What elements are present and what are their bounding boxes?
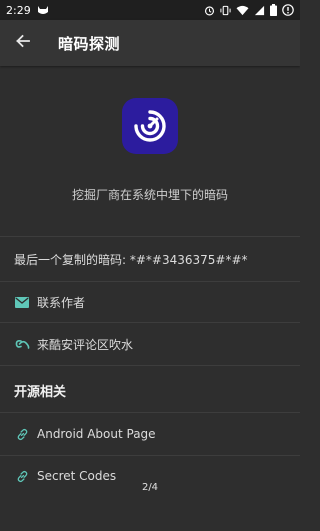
last-copied-code-row[interactable]: 最后一个复制的暗码: *#*#3436375#*#* [0,237,300,281]
vibrate-icon [220,5,231,16]
radar-logo-icon [134,110,166,142]
coolapk-icon [14,336,30,352]
app-header: 挖掘厂商在系统中埋下的暗码 [0,66,300,236]
divider [0,365,300,366]
battery-icon [270,4,277,16]
status-bar: 2:29 [0,0,300,20]
app-tagline: 挖掘厂商在系统中埋下的暗码 [71,188,228,202]
arrow-back-icon [15,33,31,53]
open-source-item-label: Android About Page [37,427,156,441]
contact-author-label: 联系作者 [37,295,86,310]
link-icon [14,426,30,442]
sync-error-icon [282,4,294,16]
about-screen: 2:29 暗码探测 挖掘厂商在系统中埋下的暗码 最后一个复制的暗码: *#*#3… [0,0,300,531]
back-button[interactable] [0,20,46,66]
app-logo [122,98,178,154]
alarm-icon [204,5,215,16]
open-source-item[interactable]: Android About Page [0,413,300,455]
notification-cat-icon [37,5,49,15]
app-bar: 暗码探测 [0,20,300,66]
wifi-icon [236,5,249,16]
open-source-section-title: 开源相关 [14,385,67,400]
open-source-item-label: Secret Codes [37,469,117,483]
email-icon [14,294,30,310]
page-indicator: 2/4 [141,482,159,493]
coolapk-comment-label: 来酷安评论区吹水 [37,337,134,352]
coolapk-comment-row[interactable]: 来酷安评论区吹水 [0,323,300,365]
contact-author-row[interactable]: 联系作者 [0,282,300,322]
last-copied-code-text: 最后一个复制的暗码: *#*#3436375#*#* [14,252,248,267]
signal-icon [254,5,265,16]
page-title: 暗码探测 [58,34,121,53]
status-time: 2:29 [6,3,31,17]
